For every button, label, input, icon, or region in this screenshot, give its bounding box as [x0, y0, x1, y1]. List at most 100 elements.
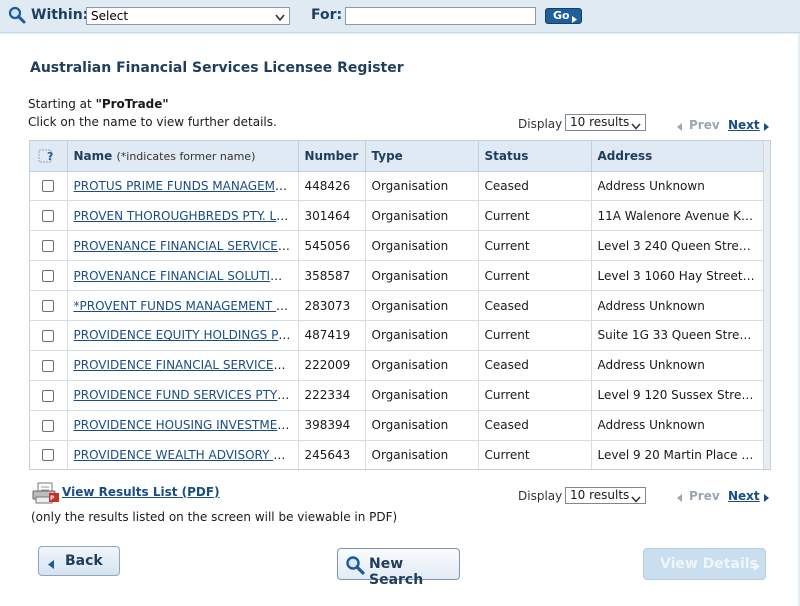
column-header-type[interactable]: Type — [365, 141, 479, 172]
licensee-type: Organisation — [365, 200, 479, 232]
within-label: Within: — [31, 7, 89, 23]
next-link[interactable]: Next — [728, 489, 760, 503]
prev-arrow-icon — [677, 120, 682, 134]
display-count-value: 10 results — [570, 115, 630, 129]
main-panel: Australian Financial Services Licensee R… — [0, 34, 798, 606]
licensee-number: 487419 — [298, 320, 366, 351]
licensee-status: Current — [478, 230, 592, 262]
column-header-address[interactable]: Address — [591, 141, 764, 172]
back-button-label: Back — [65, 553, 103, 569]
row-checkbox[interactable] — [42, 419, 55, 432]
licensee-status: Ceased — [478, 350, 592, 381]
row-checkbox[interactable] — [42, 210, 55, 223]
display-count-select[interactable]: 10 results — [565, 487, 646, 504]
row-checkbox[interactable] — [42, 389, 55, 402]
help-icon[interactable]: ? — [38, 149, 58, 163]
column-header-number[interactable]: Number — [298, 141, 366, 172]
licensee-address: Address Unknown — [591, 171, 764, 202]
licensee-type: Organisation — [365, 320, 479, 351]
licensee-number: 448426 — [298, 171, 366, 202]
arrow-left-icon — [48, 557, 54, 573]
new-search-button-label: New Search — [369, 556, 424, 588]
licensee-type: Organisation — [365, 380, 479, 411]
starting-at-text: Starting at "ProTrade" — [28, 97, 169, 111]
licensee-number: 301464 — [298, 200, 366, 232]
licensee-name-link[interactable]: PROVEN THOROUGHBREDS PTY. LIMITED — [74, 209, 298, 223]
licensee-type: Organisation — [365, 410, 479, 441]
within-select[interactable]: Select — [86, 7, 290, 25]
prev-link[interactable]: Prev — [689, 489, 720, 503]
display-label: Display — [518, 489, 563, 503]
licensee-number: 222334 — [298, 380, 366, 411]
licensee-address: Level 3 1060 Hay Street WEST PERTH — [591, 260, 764, 292]
table-row: *PROVENT FUNDS MANAGEMENT LTD 283073 Org… — [30, 290, 764, 321]
licensee-name-link[interactable]: PROVIDENCE WEALTH ADVISORY GROUP PTY LTD — [74, 448, 298, 462]
licensee-name-link[interactable]: *PROVENT FUNDS MANAGEMENT LTD — [74, 299, 298, 313]
licensee-status: Ceased — [478, 290, 592, 321]
table-row: PROVIDENCE EQUITY HOLDINGS PTY LTD 48741… — [30, 320, 764, 351]
licensee-status: Current — [478, 380, 592, 411]
arrow-right-icon — [754, 559, 760, 575]
search-input[interactable] — [345, 7, 536, 25]
licensee-name-link[interactable]: PROVIDENCE HOUSING INVESTMENTS PTY LTD — [74, 418, 298, 432]
next-link[interactable]: Next — [728, 118, 760, 132]
table-row: PROVENANCE FINANCIAL SERVICES PTY LTD 54… — [30, 230, 764, 262]
licensee-name-link[interactable]: PROVIDENCE FINANCIAL SERVICES PTY LTD — [74, 358, 298, 372]
display-count-value: 10 results — [570, 488, 630, 502]
instruction-text: Click on the name to view further detail… — [28, 115, 277, 129]
view-details-button[interactable]: View Details — [643, 548, 766, 580]
licensee-address: Level 9 120 Sussex Street SYDNEY — [591, 380, 764, 411]
pdf-icon[interactable]: P — [32, 482, 60, 507]
row-checkbox[interactable] — [42, 449, 55, 462]
page-title: Australian Financial Services Licensee R… — [30, 60, 404, 76]
licensee-status: Ceased — [478, 410, 592, 441]
row-checkbox[interactable] — [42, 240, 55, 253]
display-count-select[interactable]: 10 results — [565, 114, 646, 131]
licensee-number: 283073 — [298, 290, 366, 321]
licensee-name-link[interactable]: PROVENANCE FINANCIAL SOLUTIONS PTY LTD — [74, 269, 298, 283]
go-button[interactable]: Go — [545, 8, 582, 24]
licensee-type: Organisation — [365, 350, 479, 381]
licensee-name-link[interactable]: PROVIDENCE FUND SERVICES PTY LTD — [74, 388, 298, 402]
search-icon — [8, 6, 26, 27]
help-header[interactable]: ? — [30, 141, 68, 172]
table-row: PROVIDENCE FUND SERVICES PTY LTD 222334 … — [30, 380, 764, 411]
svg-text:?: ? — [47, 150, 53, 163]
back-button[interactable]: Back — [38, 546, 120, 576]
results-table: ? Name (*indicates former name) Number T… — [29, 140, 771, 470]
licensee-name-link[interactable]: PROTUS PRIME FUNDS MANAGEMENT PTY LTD — [74, 179, 298, 193]
licensee-status: Current — [478, 260, 592, 292]
table-scrollbar[interactable] — [763, 141, 770, 469]
licensee-address: Suite 1G 33 Queen Street BRISBANE — [591, 320, 764, 351]
chevron-down-icon — [275, 11, 285, 25]
licensee-number: 222009 — [298, 350, 366, 381]
prev-link[interactable]: Prev — [689, 118, 720, 132]
chevron-down-icon — [631, 119, 641, 134]
licensee-number: 358587 — [298, 260, 366, 292]
svg-text:P: P — [50, 495, 55, 502]
table-row: PROVENANCE FINANCIAL SOLUTIONS PTY LTD 3… — [30, 260, 764, 292]
table-row: PROVEN THOROUGHBREDS PTY. LIMITED 301464… — [30, 200, 764, 232]
starting-term: "ProTrade" — [95, 97, 169, 111]
next-arrow-icon — [764, 120, 769, 134]
new-search-button[interactable]: New Search — [337, 548, 460, 588]
arrow-right-icon — [572, 13, 577, 27]
row-checkbox[interactable] — [42, 359, 55, 372]
view-results-pdf-link[interactable]: View Results List (PDF) — [62, 485, 220, 499]
table-row: PROTUS PRIME FUNDS MANAGEMENT PTY LTD 44… — [30, 171, 764, 202]
row-checkbox[interactable] — [42, 270, 55, 283]
table-row: PROVIDENCE HOUSING INVESTMENTS PTY LTD 3… — [30, 410, 764, 441]
licensee-name-link[interactable]: PROVENANCE FINANCIAL SERVICES PTY LTD — [74, 239, 298, 253]
row-checkbox[interactable] — [42, 180, 55, 193]
column-header-status[interactable]: Status — [478, 141, 592, 172]
table-header-row: ? Name (*indicates former name) Number T… — [30, 141, 764, 172]
licensee-address: Level 9 20 Martin Place SYDNEY — [591, 440, 764, 469]
search-icon — [345, 555, 365, 579]
row-checkbox[interactable] — [42, 329, 55, 342]
licensee-name-link[interactable]: PROVIDENCE EQUITY HOLDINGS PTY LTD — [74, 328, 298, 342]
go-button-label: Go — [553, 9, 570, 22]
column-header-name[interactable]: Name (*indicates former name) — [67, 141, 299, 172]
row-checkbox[interactable] — [42, 300, 55, 312]
licensee-address: 11A Walenore Avenue KINGSWOOD — [591, 200, 764, 232]
for-label: For: — [311, 7, 343, 23]
